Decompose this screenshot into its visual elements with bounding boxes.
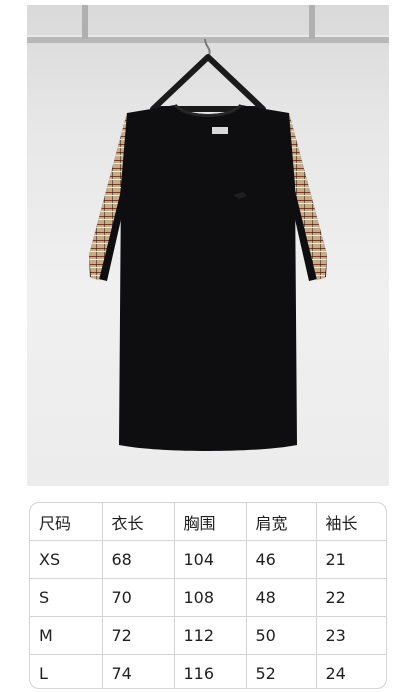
table-cell: 108 [174,578,247,617]
size-chart: 尺码 衣长 胸围 肩宽 袖长 XS 68 104 46 21 S 70 108 … [29,502,387,689]
table-header-row: 尺码 衣长 胸围 肩宽 袖长 [30,503,386,541]
header-size: 尺码 [30,503,103,541]
tshirt-body [119,105,297,451]
table-cell: 46 [246,540,317,579]
collar-label [212,127,228,134]
table-row: L 74 116 52 24 [30,654,386,688]
table-cell: S [30,578,103,617]
table-row: S 70 108 48 22 [30,578,386,617]
header-shoulder: 肩宽 [246,503,317,541]
table-row: M 72 112 50 23 [30,616,386,655]
header-sleeve: 袖长 [316,503,386,541]
header-chest: 胸围 [174,503,247,541]
table-cell: XS [30,540,103,579]
header-length: 衣长 [102,503,175,541]
size-table: 尺码 衣长 胸围 肩宽 袖长 XS 68 104 46 21 S 70 108 … [30,503,386,688]
tshirt-illustration [27,5,389,451]
table-cell: 72 [102,616,175,655]
product-photo [27,5,389,486]
hanger [150,54,266,112]
table-cell: 50 [246,616,317,655]
table-cell: 22 [316,578,386,617]
table-cell: 21 [316,540,386,579]
table-cell: 24 [325,664,346,683]
table-cell: 70 [102,578,175,617]
table-cell: 48 [246,578,317,617]
table-row: XS 68 104 46 21 [30,540,386,579]
table-cell: M [30,616,103,655]
table-cell: 104 [174,540,247,579]
table-cell: 112 [174,616,247,655]
table-cell: 68 [102,540,175,579]
table-cell: L [30,654,103,688]
table-cell: 116 [174,654,247,688]
table-cell: 52 [246,654,317,688]
table-cell: 74 [102,654,175,688]
table-cell: 23 [316,616,386,655]
